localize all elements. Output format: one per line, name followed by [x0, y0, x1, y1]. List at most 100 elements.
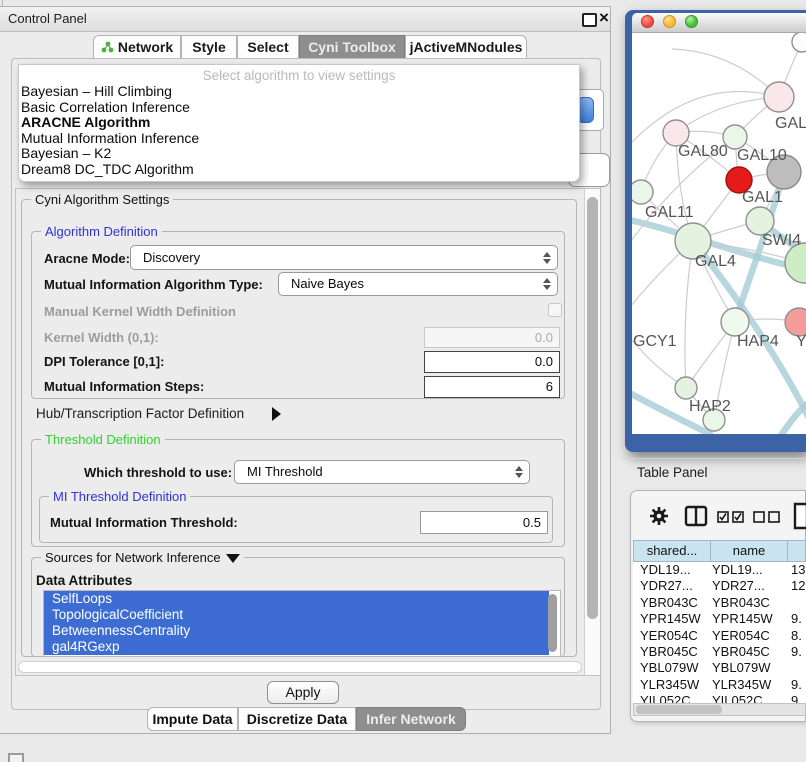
tab-discretize-data[interactable]: Discretize Data: [238, 707, 356, 731]
network-node-label: SWI4: [762, 232, 801, 249]
sources-group-title: Sources for Network Inference: [41, 550, 244, 565]
which-threshold-value: MI Threshold: [247, 464, 323, 479]
table-panel-title: Table Panel: [637, 465, 708, 480]
table-row[interactable]: YIL052CYIL052C9: [633, 693, 806, 703]
table-cell: YBR045C: [712, 644, 770, 660]
network-node-label: GCY1: [633, 333, 677, 350]
data-attribute-item[interactable]: BetweennessCentrality: [44, 623, 549, 639]
network-node[interactable]: [721, 308, 749, 336]
network-edge[interactable]: [672, 49, 779, 97]
aracne-mode-label: Aracne Mode:: [44, 251, 130, 266]
hub-expander-icon[interactable]: [272, 407, 281, 421]
algorithm-dropdown-item[interactable]: Mutual Information Inference: [21, 131, 561, 147]
data-attributes-label: Data Attributes: [36, 573, 132, 588]
table-body[interactable]: YDL19...YDL19...13YDR27...YDR27...12YBR0…: [633, 562, 806, 703]
attributes-list-scrollbar[interactable]: [548, 594, 557, 652]
dpi-tolerance-input[interactable]: 0.0: [424, 351, 560, 373]
mac-close-icon[interactable]: [641, 15, 654, 28]
network-node-label: Y: [796, 333, 806, 350]
network-node[interactable]: [675, 377, 697, 399]
table-cell: YLR345W: [712, 677, 771, 693]
split-columns-icon[interactable]: [684, 504, 708, 533]
tab-select[interactable]: Select: [237, 35, 299, 59]
algorithm-dropdown-item[interactable]: Bayesian – K2: [21, 146, 561, 162]
network-node-label: GAL7: [775, 115, 806, 132]
table-cell: YIL052C: [712, 693, 763, 703]
file-icon[interactable]: [793, 502, 806, 535]
network-tab-icon: [101, 37, 114, 49]
aracne-mode-select[interactable]: Discovery: [130, 245, 558, 270]
table-row[interactable]: YBR043CYBR043C: [633, 595, 806, 611]
network-node[interactable]: [785, 308, 806, 336]
algorithm-dropdown-item[interactable]: Bayesian – Hill Climbing: [21, 84, 561, 100]
table-cell: 8.: [791, 628, 802, 644]
network-node[interactable]: [632, 180, 653, 204]
network-node[interactable]: [746, 207, 774, 235]
data-attribute-item[interactable]: TopologicalCoefficient: [44, 607, 549, 623]
kernel-width-input[interactable]: 0.0: [424, 327, 560, 348]
column-header-partial[interactable]: [787, 540, 806, 562]
table-cell: YBL079W: [712, 660, 771, 676]
mi-algorithm-type-select[interactable]: Naive Bayes: [278, 272, 558, 296]
deselect-all-checkboxes-icon[interactable]: [753, 510, 781, 528]
table-cell: YBR043C: [712, 595, 770, 611]
mi-threshold-input[interactable]: 0.5: [420, 511, 548, 534]
network-edge[interactable]: [632, 322, 686, 388]
settings-vertical-scrollbar-thumb[interactable]: [587, 197, 598, 619]
tab-network[interactable]: Network: [93, 35, 181, 59]
mac-zoom-icon[interactable]: [685, 15, 698, 28]
network-window-titlebar[interactable]: [632, 13, 806, 33]
table-row[interactable]: YDL19...YDL19...13: [633, 562, 806, 578]
table-horizontal-scrollbar-thumb[interactable]: [636, 705, 722, 714]
tab-jactivemnodules[interactable]: jActiveMNodules: [405, 35, 527, 59]
select-all-checkboxes-icon[interactable]: [717, 510, 745, 528]
network-canvas[interactable]: GAL7GAL80GAL10GAL1GAL11SWI4GAL4GCY1HAP4Y…: [632, 33, 806, 434]
table-row[interactable]: YBR045CYBR045C9.: [633, 644, 806, 660]
mac-minimize-icon[interactable]: [663, 15, 676, 28]
tab-style[interactable]: Style: [181, 35, 237, 59]
column-header-name[interactable]: name: [710, 540, 788, 562]
which-threshold-select[interactable]: MI Threshold: [234, 460, 530, 484]
mi-threshold-group-title: MI Threshold Definition: [49, 489, 190, 504]
table-row[interactable]: YER054CYER054C8.: [633, 628, 806, 644]
application-window: Control Panel × Network Style Select Cyn…: [0, 0, 806, 762]
algorithm-dropdown-item[interactable]: Dream8 DC_TDC Algorithm: [21, 162, 561, 178]
table-row[interactable]: YBL079WYBL079W: [633, 660, 806, 676]
table-row[interactable]: YLR345WYLR345W9.: [633, 677, 806, 693]
table-row[interactable]: YDR27...YDR27...12: [633, 578, 806, 594]
algorithm-dropdown-item[interactable]: ARACNE Algorithm: [21, 115, 561, 131]
data-attributes-list[interactable]: SelfLoopsTopologicalCoefficientBetweenne…: [43, 590, 561, 657]
tab-impute-data[interactable]: Impute Data: [147, 707, 238, 731]
settings-horizontal-scrollbar[interactable]: [18, 661, 582, 673]
network-node[interactable]: [785, 243, 806, 283]
algorithm-dropdown-placeholder: Select algorithm to view settings: [19, 68, 579, 83]
collapse-expander-icon[interactable]: [226, 554, 240, 563]
table-cell: YDL19...: [640, 562, 691, 578]
table-cell: YLR345W: [640, 677, 699, 693]
tab-cyni-toolbox[interactable]: Cyni Toolbox: [299, 35, 405, 59]
tab-infer-network[interactable]: Infer Network: [356, 707, 466, 731]
close-icon[interactable]: ×: [599, 8, 609, 28]
network-node[interactable]: [792, 33, 806, 52]
mi-steps-input[interactable]: 6: [424, 376, 560, 398]
float-window-icon[interactable]: [582, 13, 597, 27]
apply-button[interactable]: Apply: [267, 681, 339, 704]
network-node[interactable]: [764, 82, 794, 112]
data-attribute-item[interactable]: gal4RGexp: [44, 639, 549, 655]
network-node-label: GAL1: [742, 189, 783, 206]
algorithm-dropdown[interactable]: Select algorithm to view settings Bayesi…: [18, 64, 580, 182]
table-row[interactable]: YPR145WYPR145W9.: [633, 611, 806, 627]
manual-kernel-width-checkbox[interactable]: [548, 303, 562, 317]
control-panel-titlebar[interactable]: Control Panel ×: [0, 7, 610, 32]
mi-algorithm-type-value: Naive Bayes: [291, 276, 364, 291]
algorithm-dropdown-item[interactable]: Basic Correlation Inference: [21, 100, 561, 116]
algorithm-definition-title: Algorithm Definition: [41, 224, 162, 239]
network-edge[interactable]: [685, 241, 693, 388]
stepper-arrows-icon: [514, 466, 522, 478]
table-cell: YIL052C: [640, 693, 691, 703]
table-settings-gear-icon[interactable]: [648, 504, 670, 533]
table-cell: YDL19...: [712, 562, 763, 578]
panel-divider: [622, 458, 806, 459]
data-attribute-item[interactable]: SelfLoops: [44, 591, 549, 607]
column-header-shared-name[interactable]: shared...: [633, 540, 711, 562]
